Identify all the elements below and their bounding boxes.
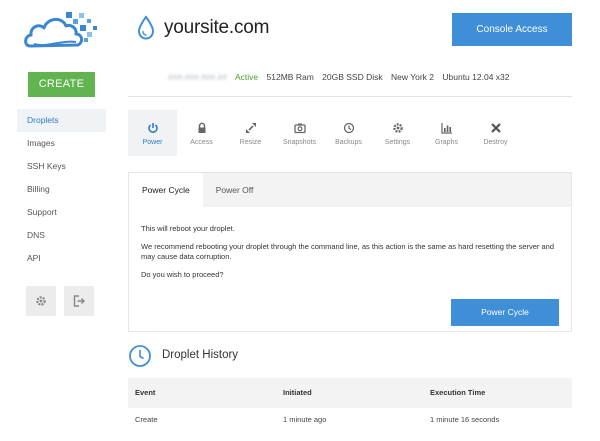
x-icon — [490, 122, 502, 133]
cell-execution-time: 1 minute 16 seconds — [430, 415, 500, 424]
bar-chart-icon — [440, 122, 453, 134]
os-info: Ubuntu 12.04 x32 — [442, 72, 510, 82]
tab-graphs[interactable]: Graphs — [422, 110, 471, 156]
settings-button[interactable] — [26, 286, 56, 316]
logout-button[interactable] — [64, 286, 94, 316]
tab-label: Backups — [335, 139, 362, 146]
tab-backups[interactable]: Backups — [324, 110, 373, 156]
sidebar: CREATE Droplets Images SSH Keys Billing … — [0, 0, 113, 441]
create-button[interactable]: CREATE — [28, 72, 95, 97]
sidebar-bottom-icons — [26, 286, 94, 316]
droplet-icon — [137, 15, 155, 40]
tab-label: Resize — [239, 139, 262, 146]
camera-icon — [293, 122, 306, 133]
page-title: yoursite.com — [164, 17, 270, 38]
lock-icon — [196, 122, 208, 133]
sidebar-item-dns[interactable]: DNS — [17, 224, 106, 247]
description-line: We recommend rebooting your droplet thro… — [141, 242, 554, 261]
cell-event: Create — [135, 415, 158, 424]
tab-label: Destroy — [483, 139, 508, 146]
ip-address: ###.###.###.## — [168, 72, 228, 82]
sidebar-item-api[interactable]: API — [17, 247, 106, 270]
droplet-action-tabs: Power Access Resize Snapshots Backups Se… — [128, 110, 520, 156]
column-header-event: Event — [135, 388, 156, 397]
clock-icon — [129, 345, 151, 367]
tab-label: Access — [190, 139, 213, 146]
column-header-execution-time: Execution Time — [430, 388, 486, 397]
status-badge: Active — [235, 72, 259, 82]
sidebar-item-droplets[interactable]: Droplets — [17, 109, 106, 132]
sidebar-nav: Droplets Images SSH Keys Billing Support… — [17, 109, 106, 270]
history-icon — [343, 122, 355, 133]
power-icon — [147, 122, 159, 133]
tab-power-off[interactable]: Power Off — [203, 173, 267, 207]
sidebar-item-billing[interactable]: Billing — [17, 178, 106, 201]
droplet-info-bar: ###.###.###.## Active 512MB Ram 20GB SSD… — [168, 72, 515, 82]
column-header-initiated: Initiated — [283, 388, 312, 397]
power-panel: Power Cycle Power Off This will reboot y… — [128, 172, 572, 332]
sidebar-item-images[interactable]: Images — [17, 132, 106, 155]
tab-power[interactable]: Power — [128, 110, 177, 156]
sidebar-item-ssh-keys[interactable]: SSH Keys — [17, 155, 106, 178]
tab-resize[interactable]: Resize — [226, 110, 275, 156]
logout-icon — [73, 295, 85, 307]
description-line: This will reboot your droplet. — [141, 224, 235, 233]
cell-initiated: 1 minute ago — [283, 415, 327, 424]
region-info: New York 2 — [391, 72, 434, 82]
digitalocean-logo[interactable] — [22, 8, 100, 54]
power-cycle-description: This will reboot your droplet. We recomm… — [129, 207, 571, 280]
gear-icon — [36, 296, 46, 306]
tab-label: Snapshots — [282, 139, 317, 146]
gear-icon — [392, 122, 404, 133]
tab-label: Power — [142, 139, 163, 146]
history-table-header: Event Initiated Execution Time — [128, 378, 572, 408]
tab-destroy[interactable]: Destroy — [471, 110, 520, 156]
disk-info: 20GB SSD Disk — [322, 72, 383, 82]
tab-access[interactable]: Access — [177, 110, 226, 156]
divider — [128, 96, 572, 97]
power-subtabs: Power Cycle Power Off — [129, 173, 571, 207]
table-row: Create 1 minute ago 1 minute 16 seconds — [128, 405, 572, 435]
console-access-button[interactable]: Console Access — [452, 13, 572, 46]
history-title: Droplet History — [162, 349, 239, 361]
power-cycle-button[interactable]: Power Cycle — [451, 299, 559, 326]
description-line: Do you wish to proceed? — [141, 270, 224, 279]
tab-label: Settings — [384, 139, 411, 146]
ram-info: 512MB Ram — [266, 72, 314, 82]
tab-label: Graphs — [435, 139, 458, 146]
resize-icon — [245, 122, 257, 133]
sidebar-item-support[interactable]: Support — [17, 201, 106, 224]
tab-snapshots[interactable]: Snapshots — [275, 110, 324, 156]
tab-power-cycle[interactable]: Power Cycle — [129, 173, 203, 207]
tab-settings[interactable]: Settings — [373, 110, 422, 156]
